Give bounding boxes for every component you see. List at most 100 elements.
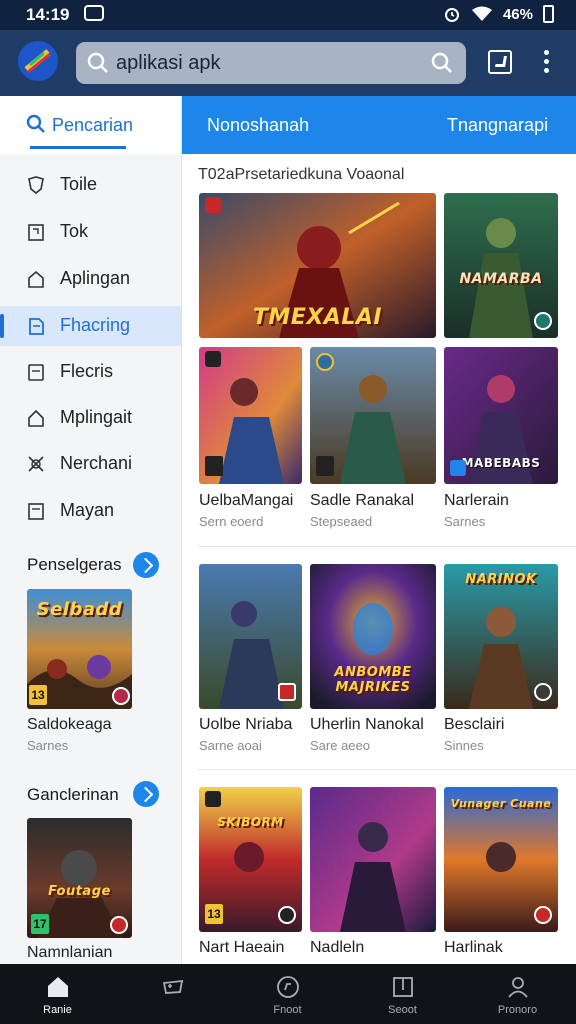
app-logo[interactable] <box>18 41 58 81</box>
sidebar-item-tok[interactable]: Tok <box>0 212 181 252</box>
sidebar-item-toile[interactable]: Toile <box>0 165 181 205</box>
publisher-logo-icon <box>278 906 296 924</box>
sidebar-item-label: Toile <box>60 174 98 194</box>
status-bar: 14:19 46% <box>0 0 576 30</box>
publisher-logo-icon <box>534 906 552 924</box>
sidebar-header[interactable]: Pencarian <box>0 96 181 154</box>
game-cover-title: Foutage <box>48 884 111 899</box>
game-cover-title: Vunager Cuane <box>450 797 552 810</box>
sidebar-item-nerchani[interactable]: Nerchani <box>0 444 181 484</box>
nav-profile[interactable]: Pronoro <box>460 964 575 1024</box>
side-game-card[interactable]: Foutage 17 <box>27 818 132 938</box>
search-box[interactable] <box>76 42 466 84</box>
game-tile[interactable]: ANBOMBE MAJRIKES <box>310 564 436 709</box>
sidebar-item-fhacring[interactable]: Fhacring <box>0 306 181 346</box>
nav-library[interactable]: Seoot <box>345 964 460 1024</box>
battery-percent: 46% <box>502 5 533 23</box>
sidebar-header-label: Pencarian <box>52 115 134 135</box>
game-tile[interactable] <box>310 347 436 484</box>
game-subtitle: Sarnes <box>444 514 486 529</box>
featured-game-tile[interactable]: TMEXALAI <box>199 193 436 338</box>
document-icon <box>29 318 44 335</box>
section-more-button[interactable] <box>133 781 159 807</box>
game-title: Nart Haeain <box>199 939 285 956</box>
house-outline-icon <box>28 409 44 427</box>
section-more-button[interactable] <box>133 552 159 578</box>
sidebar-item-label: Mayan <box>60 500 115 520</box>
app-bar <box>0 30 576 96</box>
sidebar-item-label: Mplingait <box>60 407 133 427</box>
brand-badge-icon <box>205 351 221 367</box>
game-cover-title: NAMARBA <box>459 271 543 287</box>
compass-icon <box>277 976 299 998</box>
game-cover-title: ANBOMBE MAJRIKES <box>334 665 412 695</box>
game-tile[interactable] <box>199 347 302 484</box>
sidebar-item-aplingan[interactable]: Aplingan <box>0 259 181 299</box>
side-section-title: Ganclerinan <box>27 785 119 804</box>
game-tile[interactable] <box>199 564 302 709</box>
game-title: Harlinak <box>444 939 503 956</box>
game-tile[interactable]: MABEBABS <box>444 347 558 484</box>
game-tile[interactable]: NARINOK <box>444 564 558 709</box>
search-icon <box>87 52 108 73</box>
sidebar: Pencarian Toile Tok Aplingan Fhacring Fl… <box>0 96 182 964</box>
game-title: Uolbe Nriaba <box>199 716 293 733</box>
nav-label: Fnoot <box>273 1004 302 1016</box>
age-rating-badge: 13 <box>29 685 47 705</box>
game-cover-title: NARINOK <box>465 572 537 587</box>
file-icon <box>28 364 44 381</box>
game-cover-art <box>310 787 436 932</box>
search-icon <box>26 114 45 133</box>
sidebar-item-label: Fhacring <box>60 315 131 335</box>
sidebar-item-label: Aplingan <box>60 268 131 288</box>
search-submit-icon[interactable] <box>430 51 454 75</box>
tag-icon <box>28 224 44 241</box>
featured-game-tile[interactable]: NAMARBA <box>444 193 558 338</box>
publisher-logo-icon <box>316 456 334 476</box>
game-tile[interactable]: Vunager Cuane <box>444 787 558 932</box>
nav-label: Ranie <box>43 1004 72 1016</box>
bottom-nav: Ranie Fnoot Seoot Pronoro <box>0 964 576 1024</box>
age-rating-badge: 13 <box>205 904 223 924</box>
game-title: Nadleln <box>310 939 365 956</box>
notification-icon <box>84 5 104 21</box>
row-divider <box>198 546 576 547</box>
nav-explore[interactable]: Fnoot <box>230 964 345 1024</box>
sidebar-header-underline <box>30 146 126 149</box>
game-tile[interactable]: SKIBORM 13 <box>199 787 302 932</box>
square-icon <box>28 503 44 520</box>
side-game-subtitle: Sarnes <box>27 738 69 753</box>
game-subtitle: Sern eoerd <box>199 514 264 529</box>
publisher-logo-icon <box>450 460 466 476</box>
game-cover-title: SKIBORM <box>217 815 284 829</box>
game-title: UelbaMangai <box>199 492 294 509</box>
section-heading: T02aPrsetariedkuna Voaonal <box>198 166 405 183</box>
game-tile[interactable] <box>310 787 436 932</box>
search-input[interactable] <box>116 42 416 84</box>
nav-home[interactable]: Ranie <box>0 964 115 1024</box>
tab-tnangnarapi[interactable]: Tnangnarapi <box>447 115 548 136</box>
sidebar-item-flecris[interactable]: Flecris <box>0 352 181 392</box>
shield-icon <box>28 176 44 195</box>
download-manager-icon[interactable] <box>488 50 512 74</box>
clan-emblem-icon <box>316 353 334 371</box>
library-icon <box>393 977 413 997</box>
game-title: Besclairi <box>444 716 505 733</box>
publisher-logo-icon <box>110 916 128 934</box>
battery-icon <box>543 5 554 23</box>
tab-nonoshanah[interactable]: Nonoshanah <box>207 115 309 136</box>
sidebar-item-mplingait[interactable]: Mplingait <box>0 398 181 438</box>
publisher-logo-icon <box>112 687 130 705</box>
sidebar-item-label: Tok <box>60 221 89 241</box>
brand-badge-icon <box>205 197 221 213</box>
more-options-icon[interactable] <box>541 50 551 76</box>
game-cover-title: TMEXALAI <box>252 305 383 330</box>
side-game-card[interactable]: Selbadd 13 <box>27 589 132 709</box>
game-cover-title: Selbadd <box>36 599 123 620</box>
game-subtitle: Stepseaed <box>310 514 373 529</box>
sidebar-item-label: Nerchani <box>60 453 133 473</box>
nav-games[interactable] <box>115 964 230 1024</box>
main-content: T02aPrsetariedkuna Voaonal TMEXALAI NAMA… <box>182 154 576 964</box>
age-rating-badge: 17 <box>31 914 49 934</box>
sidebar-item-mayan[interactable]: Mayan <box>0 491 181 531</box>
